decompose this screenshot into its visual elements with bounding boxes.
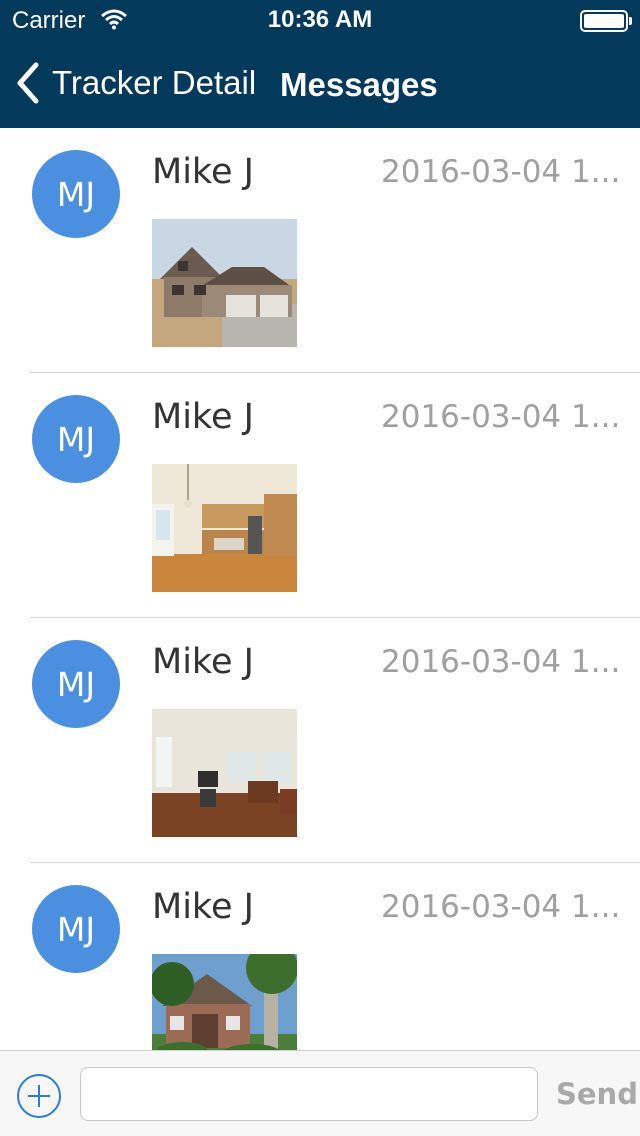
add-attachment-icon[interactable] [16, 1073, 62, 1119]
sender-name: Mike J [152, 397, 254, 437]
status-bar: Carrier 10:36 AM [0, 0, 640, 40]
message-composer: Send [0, 1050, 640, 1136]
avatar: MJ [32, 395, 120, 483]
message-list[interactable]: MJ Mike J 2016-03-04 1... MJ Mike J 2016… [0, 128, 640, 1050]
photo-attachment-house-exterior[interactable] [152, 219, 297, 347]
message-timestamp: 2016-03-04 1... [381, 889, 621, 925]
back-label: Tracker Detail [52, 64, 257, 101]
send-button[interactable]: Send [556, 1077, 638, 1111]
clock: 10:36 AM [267, 6, 373, 33]
battery-icon [580, 10, 632, 32]
message-item[interactable]: MJ Mike J 2016-03-04 1... [0, 373, 640, 618]
page-title: Messages [280, 66, 438, 103]
message-timestamp: 2016-03-04 1... [381, 399, 621, 435]
back-button[interactable]: Tracker Detail [12, 58, 256, 108]
avatar: MJ [32, 640, 120, 728]
message-item[interactable]: MJ Mike J 2016-03-04 1... [0, 618, 640, 863]
chevron-left-icon [17, 62, 39, 104]
photo-attachment-living-room[interactable] [152, 709, 297, 837]
message-item[interactable]: MJ Mike J 2016-03-04 1... [0, 863, 640, 1050]
message-input[interactable] [80, 1067, 538, 1121]
top-bar: Carrier 10:36 AM Tracker Detail Messages [0, 0, 640, 128]
message-item[interactable]: MJ Mike J 2016-03-04 1... [0, 128, 640, 373]
sender-name: Mike J [152, 642, 254, 682]
message-timestamp: 2016-03-04 1... [381, 644, 621, 680]
photo-attachment-kitchen[interactable] [152, 464, 297, 592]
photo-attachment-house-front-with-tree[interactable] [152, 954, 297, 1050]
message-timestamp: 2016-03-04 1... [381, 154, 621, 190]
sender-name: Mike J [152, 887, 254, 927]
navigation-bar: Tracker Detail Messages [0, 40, 640, 128]
avatar: MJ [32, 885, 120, 973]
avatar: MJ [32, 150, 120, 238]
sender-name: Mike J [152, 152, 254, 192]
